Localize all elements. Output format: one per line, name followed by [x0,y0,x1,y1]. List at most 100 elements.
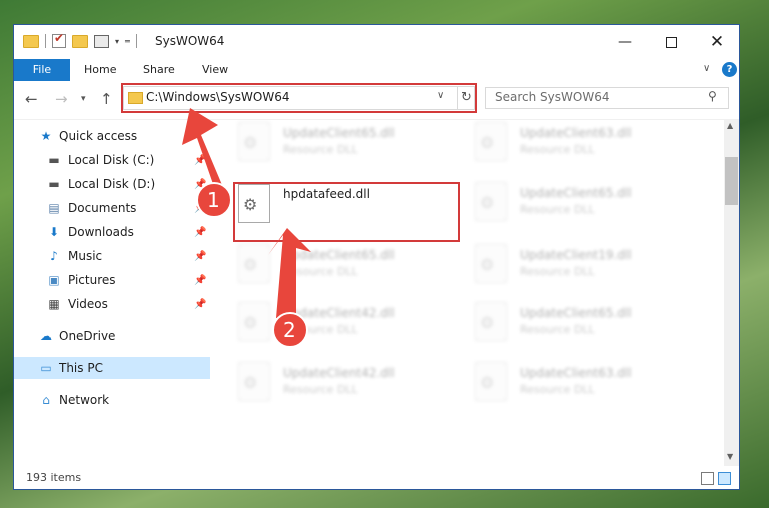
back-arrow-icon[interactable]: ← [25,90,38,108]
details-view-icon[interactable] [701,472,714,485]
expand-ribbon-icon[interactable]: ∨ [703,63,710,74]
navigation-pane: ★ Quick access ▬ Local Disk (C:) 📌 ▬ Loc… [14,120,210,450]
new-folder-icon[interactable] [72,34,88,48]
file-tile[interactable]: UpdateClient19.dll Resource DLL [449,242,679,290]
vertical-scrollbar[interactable]: ▲ ▼ [724,120,739,466]
file-tile[interactable]: UpdateClient65.dll Resource DLL [449,180,679,228]
tab-file[interactable]: File [14,59,70,81]
dll-file-icon [475,244,507,283]
file-name: UpdateClient42.dll [283,306,395,320]
file-tile[interactable]: UpdateClient65.dll Resource DLL [449,300,679,348]
file-name: UpdateClient63.dll [520,366,632,380]
recent-locations-icon[interactable]: ▾ [81,94,86,104]
file-tile[interactable]: UpdateClient65.dll Resource DLL [212,120,442,168]
file-type: Resource DLL [520,143,595,156]
navigation-bar: ← → ▾ ↑ C:\Windows\SysWOW64 ∨ ↻ Search S… [14,81,739,120]
file-list: UpdateClient65.dll Resource DLL hpdatafe… [212,120,724,450]
file-name: UpdateClient65.dll [283,248,395,262]
file-type: Resource DLL [520,203,595,216]
cloud-icon: ☁ [40,329,52,343]
search-icon[interactable]: ⚲ [708,89,717,103]
file-name: UpdateClient65.dll [520,186,632,200]
sidebar-item-documents[interactable]: ▤ Documents 📌 [14,197,210,219]
close-button[interactable]: ✕ [694,25,740,59]
sidebar-item-music[interactable]: ♪ Music 📌 [14,245,210,267]
search-input[interactable]: Search SysWOW64 ⚲ [485,87,729,109]
file-tile[interactable]: UpdateClient63.dll Resource DLL [449,360,679,408]
file-tile[interactable]: UpdateClient42.dll Resource DLL [212,360,442,408]
sidebar-item-network[interactable]: ⌂ Network [14,389,210,411]
documents-icon: ▤ [48,201,60,215]
dll-file-icon [238,362,270,401]
tab-home[interactable]: Home [84,59,116,81]
tiles-view-icon[interactable] [718,472,731,485]
pin-icon[interactable]: 📌 [194,227,206,238]
drive-icon: ▬ [48,177,60,191]
sidebar-item-label: Local Disk (C:) [68,153,155,167]
file-tile[interactable]: UpdateClient65.dll Resource DLL [212,242,442,290]
scrollbar-thumb[interactable] [725,157,738,205]
sidebar-item-local-disk-c[interactable]: ▬ Local Disk (C:) 📌 [14,149,210,171]
dll-file-icon [475,122,507,161]
file-name: UpdateClient42.dll [283,366,395,380]
maximize-icon [665,36,677,48]
folder-icon [23,34,39,48]
file-type: Resource DLL [520,323,595,336]
maximize-button[interactable] [648,25,694,59]
file-tile[interactable]: UpdateClient63.dll Resource DLL [449,120,679,168]
pin-icon[interactable]: 📌 [194,275,206,286]
sidebar-item-label: Downloads [68,225,134,239]
music-icon: ♪ [50,249,58,263]
help-icon[interactable]: ? [722,62,737,77]
file-name: UpdateClient63.dll [520,126,632,140]
drive-icon: ▬ [48,153,60,167]
sidebar-item-quick-access[interactable]: ★ Quick access [14,125,210,147]
sidebar-item-label: Network [59,393,110,407]
status-bar: 193 items [14,466,739,489]
pin-icon[interactable]: 📌 [194,299,206,310]
sidebar-item-label: Quick access [59,129,138,143]
sidebar-item-label: Documents [68,201,137,215]
sidebar-item-onedrive[interactable]: ☁ OneDrive [14,325,210,347]
scroll-up-icon[interactable]: ▲ [727,121,733,130]
file-tile[interactable]: UpdateClient42.dll Resource DLL [212,300,442,348]
tab-view[interactable]: View [202,59,228,81]
file-type: Resource DLL [283,383,358,396]
computer-icon: ▭ [40,361,52,375]
scroll-down-icon[interactable]: ▼ [727,452,733,461]
pin-icon[interactable]: 📌 [194,155,206,166]
customize-icon[interactable] [94,34,109,48]
star-icon: ★ [40,129,52,143]
quick-access-toolbar: ▾ ═ [23,31,137,48]
sidebar-item-label: Music [68,249,103,263]
forward-arrow-icon[interactable]: → [55,90,68,108]
separator [45,34,46,48]
sidebar-item-videos[interactable]: ▦ Videos 📌 [14,293,210,315]
file-type: Resource DLL [520,265,595,278]
chevron-down-icon[interactable]: ▾ [115,37,119,46]
pin-icon[interactable]: 📌 [194,251,206,262]
window-title: SysWOW64 [155,34,225,48]
up-arrow-icon[interactable]: ↑ [100,90,113,108]
customize-toolbar-icon[interactable]: ═ [125,37,130,46]
tab-share[interactable]: Share [143,59,175,81]
sidebar-item-this-pc[interactable]: ▭ This PC [14,357,210,379]
sidebar-item-local-disk-d[interactable]: ▬ Local Disk (D:) 📌 [14,173,210,195]
pin-icon[interactable]: 📌 [194,179,206,190]
sidebar-item-label: This PC [59,361,103,375]
sidebar-item-label: Pictures [68,273,116,287]
file-name: UpdateClient65.dll [520,306,632,320]
download-icon: ⬇ [48,225,60,239]
sidebar-item-pictures[interactable]: ▣ Pictures 📌 [14,269,210,291]
dll-file-icon [238,302,270,341]
pin-icon[interactable]: 📌 [194,203,206,214]
dll-file-icon [475,182,507,221]
minimize-button[interactable]: — [602,25,648,59]
dll-file-icon [238,122,270,161]
network-icon: ⌂ [42,393,50,407]
pictures-icon: ▣ [48,273,60,287]
properties-check-icon[interactable] [52,31,66,48]
ribbon-tabs: File Home Share View ∨ ? [14,59,739,81]
sidebar-item-downloads[interactable]: ⬇ Downloads 📌 [14,221,210,243]
address-highlight-box [121,83,477,113]
